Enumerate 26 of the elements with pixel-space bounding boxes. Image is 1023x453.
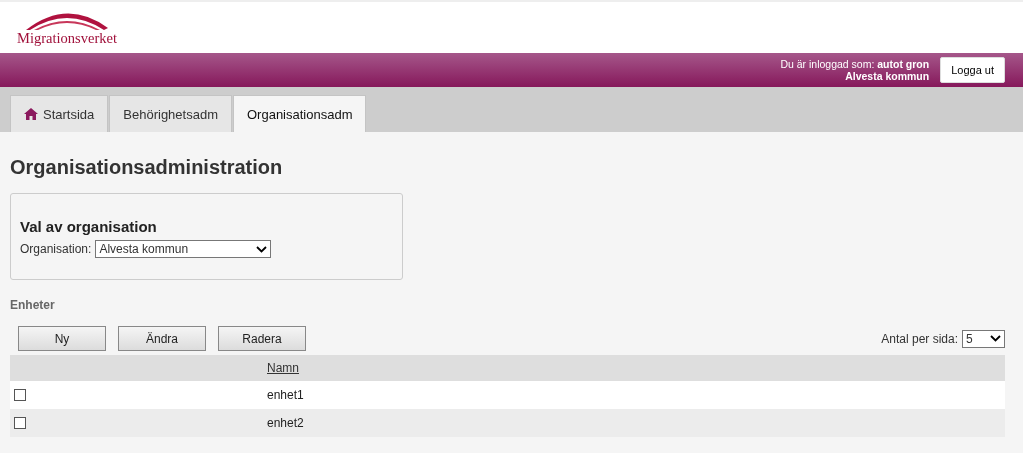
per-page-label: Antal per sida: xyxy=(881,331,958,346)
row-checkbox[interactable] xyxy=(14,389,26,401)
user-organisation: Alvesta kommun xyxy=(845,70,930,82)
tab[interactable]: Behörighetsadm xyxy=(109,95,232,132)
per-page-dropdown[interactable]: 5 xyxy=(962,329,1005,348)
table-cell: enhet1 xyxy=(267,388,304,402)
logged-in-text: Du är inloggad som: autot gron xyxy=(780,58,930,70)
logout-button[interactable]: Logga ut xyxy=(940,57,1005,83)
action-button[interactable]: Ny xyxy=(18,326,106,351)
logo-text: Migrationsverket xyxy=(17,30,117,47)
organisation-label: Organisation: xyxy=(20,242,92,256)
tab[interactable]: Organisationsadm xyxy=(233,95,367,132)
tab[interactable]: Startsida xyxy=(10,95,109,132)
action-button[interactable]: Ändra xyxy=(118,326,206,351)
section-title: Enheter xyxy=(10,298,56,312)
page-title: Organisationsadministration xyxy=(10,156,284,180)
row-checkbox[interactable] xyxy=(14,417,26,429)
column-header[interactable]: Namn xyxy=(267,361,299,375)
table-cell: enhet2 xyxy=(267,416,304,430)
organisation-dropdown[interactable]: Alvesta kommun xyxy=(95,240,272,258)
chevron-icon xyxy=(256,245,268,253)
home-icon xyxy=(24,108,38,120)
logo-arc-icon xyxy=(24,10,110,30)
action-button[interactable]: Radera xyxy=(218,326,306,351)
panel-title: Val av organisation xyxy=(20,218,158,235)
chevron-icon xyxy=(990,335,1001,342)
